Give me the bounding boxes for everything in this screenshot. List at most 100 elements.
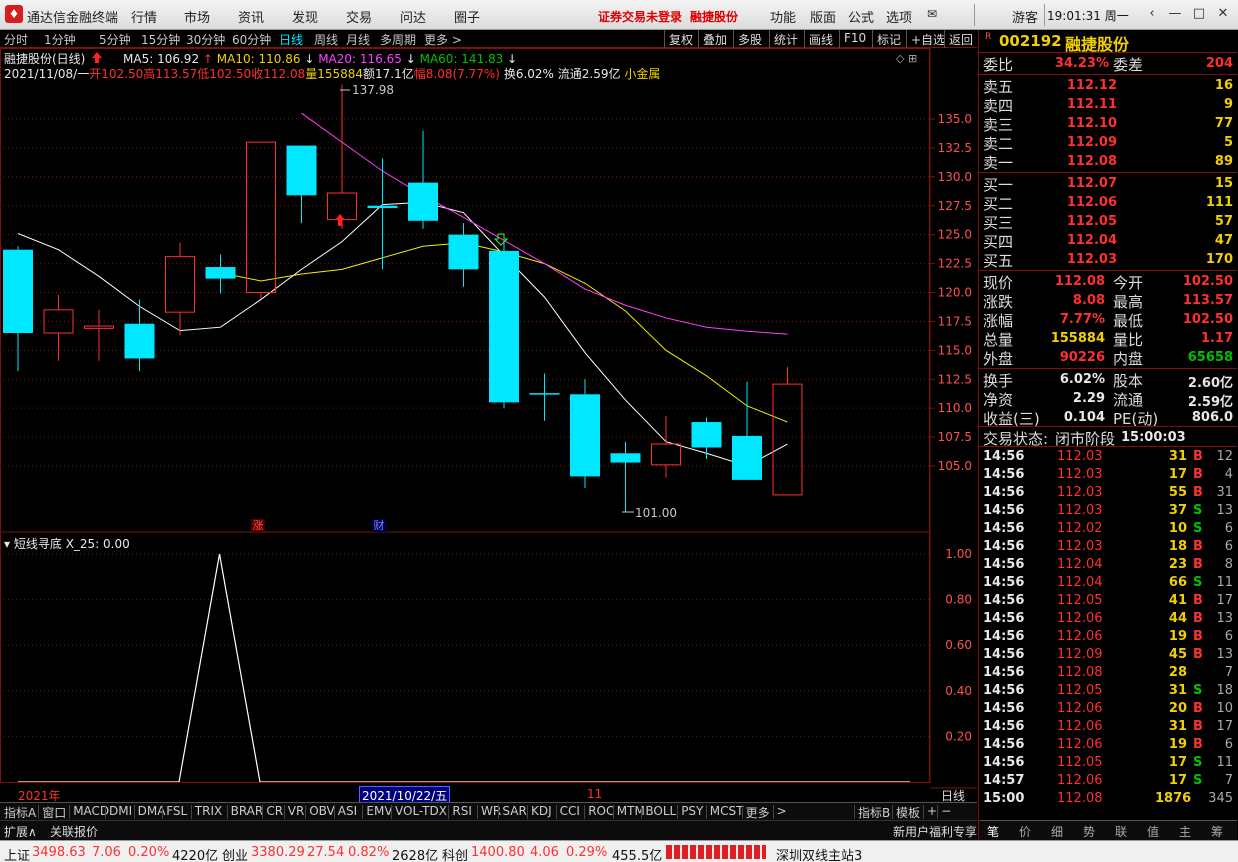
tick-row[interactable]: 14:56 112.03 31 B 12: [979, 449, 1237, 467]
sh-index-label[interactable]: 上证: [4, 845, 30, 862]
period-daily[interactable]: 日线: [279, 31, 303, 48]
indicator-tab[interactable]: KDJ: [531, 804, 552, 818]
add-watchlist-button[interactable]: +自选: [906, 30, 949, 48]
tick-row[interactable]: 14:56 112.04 66 S 11: [979, 575, 1237, 593]
ask-price[interactable]: 112.11: [1049, 97, 1117, 112]
maximize-icon[interactable]: □: [1190, 5, 1208, 23]
period-monthly[interactable]: 月线: [346, 31, 370, 48]
period-intraday[interactable]: 分时: [4, 31, 28, 48]
ask-price[interactable]: 112.08: [1049, 154, 1117, 169]
statistics-button[interactable]: 统计: [769, 30, 802, 48]
tick-row[interactable]: 14:56 112.09 45 B 13: [979, 647, 1237, 665]
kc-index-label[interactable]: 科创: [442, 845, 468, 862]
quote-tab[interactable]: 联: [1115, 823, 1127, 840]
tick-row[interactable]: 14:56 112.06 20 B 10: [979, 701, 1237, 719]
menu-layout[interactable]: 版面: [810, 7, 836, 26]
period-more[interactable]: 更多 >: [424, 31, 462, 48]
indicator-tab[interactable]: RSI: [452, 804, 472, 818]
indicator-tab[interactable]: OBV: [309, 804, 335, 818]
tick-row[interactable]: 14:56 112.03 17 B 4: [979, 467, 1237, 485]
bid-price[interactable]: 112.07: [1049, 176, 1117, 191]
period-30min[interactable]: 30分钟: [186, 31, 225, 48]
tick-row[interactable]: 14:56 112.06 44 B 13: [979, 611, 1237, 629]
limit-up-badge[interactable]: 涨: [251, 519, 265, 532]
minimize-icon[interactable]: —: [1166, 5, 1184, 23]
indicator-tab[interactable]: CR: [266, 804, 283, 818]
stock-code[interactable]: 002192: [999, 32, 1062, 50]
quote-tab[interactable]: 笔: [987, 823, 999, 840]
kline-chart-area[interactable]: 1.00 0.80 0.60 0.40 0.20 135.0 132.5 130.0 127.…: [0, 48, 977, 805]
indicator-tab[interactable]: 指标A: [4, 804, 36, 821]
indicator-tab[interactable]: BRAR: [231, 804, 264, 818]
tick-row[interactable]: 14:56 112.06 19 B 6: [979, 629, 1237, 647]
indicator-tab[interactable]: >: [777, 804, 787, 818]
menu-quotes[interactable]: 行情: [131, 7, 157, 26]
tick-row[interactable]: 14:56 112.04 23 B 8: [979, 557, 1237, 575]
indicator-tab[interactable]: TRIX: [195, 804, 222, 818]
f10-button[interactable]: F10: [839, 30, 870, 48]
indicator-tab[interactable]: EMV: [366, 804, 392, 818]
indicator-tab[interactable]: 更多: [746, 804, 770, 821]
indicator-tab[interactable]: 窗口: [42, 804, 66, 821]
quote-tab[interactable]: 细: [1051, 823, 1063, 840]
ask-price[interactable]: 112.10: [1049, 116, 1117, 131]
menu-function[interactable]: 功能: [770, 7, 796, 26]
menu-formula[interactable]: 公式: [848, 7, 874, 26]
period-weekly[interactable]: 周线: [314, 31, 338, 48]
indicator-tab[interactable]: −: [941, 804, 951, 818]
tick-row[interactable]: 14:57 112.06 17 S 7: [979, 773, 1237, 791]
stock-period-label[interactable]: 融捷股份(日线): [4, 52, 85, 66]
server-name[interactable]: 深圳双线主站3: [776, 845, 862, 862]
adjust-button[interactable]: 复权: [664, 30, 697, 48]
menu-circle[interactable]: 圈子: [454, 7, 480, 26]
indicator-tab[interactable]: VR: [288, 804, 305, 818]
indicator-tab[interactable]: VOL-TDX: [395, 804, 447, 818]
tick-row[interactable]: 14:56 112.06 31 B 17: [979, 719, 1237, 737]
tick-row[interactable]: 14:56 112.05 31 S 18: [979, 683, 1237, 701]
related-quotes-button[interactable]: 关联报价: [50, 823, 98, 840]
trade-login-alert[interactable]: 证券交易未登录: [598, 8, 682, 25]
finance-badge[interactable]: 财: [372, 519, 386, 532]
new-user-ad[interactable]: 新用户福利专享: [893, 823, 977, 840]
indicator-name[interactable]: 短线寻底: [14, 537, 62, 551]
expand-button[interactable]: 扩展∧: [4, 823, 37, 840]
indicator-tab[interactable]: ASI: [338, 804, 357, 818]
period-5min[interactable]: 5分钟: [99, 31, 131, 48]
indicator-tab[interactable]: DMI: [109, 804, 132, 818]
indicator-tab[interactable]: MCST: [710, 804, 744, 818]
period-multi[interactable]: 多周期: [380, 31, 416, 48]
tick-row[interactable]: 14:56 112.02 10 S 6: [979, 521, 1237, 539]
bid-price[interactable]: 112.03: [1049, 252, 1117, 267]
ask-price[interactable]: 112.09: [1049, 135, 1117, 150]
tick-row[interactable]: 15:00 112.08 1876 345: [979, 791, 1237, 809]
indicator-collapse-icon[interactable]: ▾: [4, 537, 10, 551]
return-button[interactable]: 返回: [944, 30, 977, 48]
bid-price[interactable]: 112.04: [1049, 233, 1117, 248]
menu-news[interactable]: 资讯: [238, 7, 264, 26]
period-60min[interactable]: 60分钟: [232, 31, 271, 48]
indicator-tab[interactable]: PSY: [681, 804, 703, 818]
menu-trade[interactable]: 交易: [346, 7, 372, 26]
multi-stock-button[interactable]: 多股: [733, 30, 766, 48]
indicator-tab[interactable]: ROC: [588, 804, 614, 818]
menu-market[interactable]: 市场: [184, 7, 210, 26]
quote-tab[interactable]: 主: [1179, 823, 1191, 840]
guest-user[interactable]: 游客: [1012, 7, 1038, 26]
menu-ask[interactable]: 问达: [400, 7, 426, 26]
ask-price[interactable]: 112.12: [1049, 78, 1117, 93]
indicator-tab[interactable]: CCI: [560, 804, 580, 818]
close-icon[interactable]: ✕: [1214, 5, 1232, 23]
bid-price[interactable]: 112.05: [1049, 214, 1117, 229]
draw-line-button[interactable]: 画线: [804, 30, 837, 48]
tick-row[interactable]: 14:56 112.05 41 B 17: [979, 593, 1237, 611]
overlay-button[interactable]: 叠加: [698, 30, 731, 48]
indicator-tab[interactable]: +: [927, 804, 937, 818]
bar-sector[interactable]: 小金属: [624, 67, 660, 81]
tick-row[interactable]: 14:56 112.05 17 S 11: [979, 755, 1237, 773]
quote-tab[interactable]: 筹: [1211, 823, 1223, 840]
indicator-tab[interactable]: 模板: [896, 804, 920, 821]
quote-tab[interactable]: 值: [1147, 823, 1159, 840]
tick-row[interactable]: 14:56 112.03 37 S 13: [979, 503, 1237, 521]
mail-icon[interactable]: ✉: [927, 7, 937, 21]
bid-price[interactable]: 112.06: [1049, 195, 1117, 210]
